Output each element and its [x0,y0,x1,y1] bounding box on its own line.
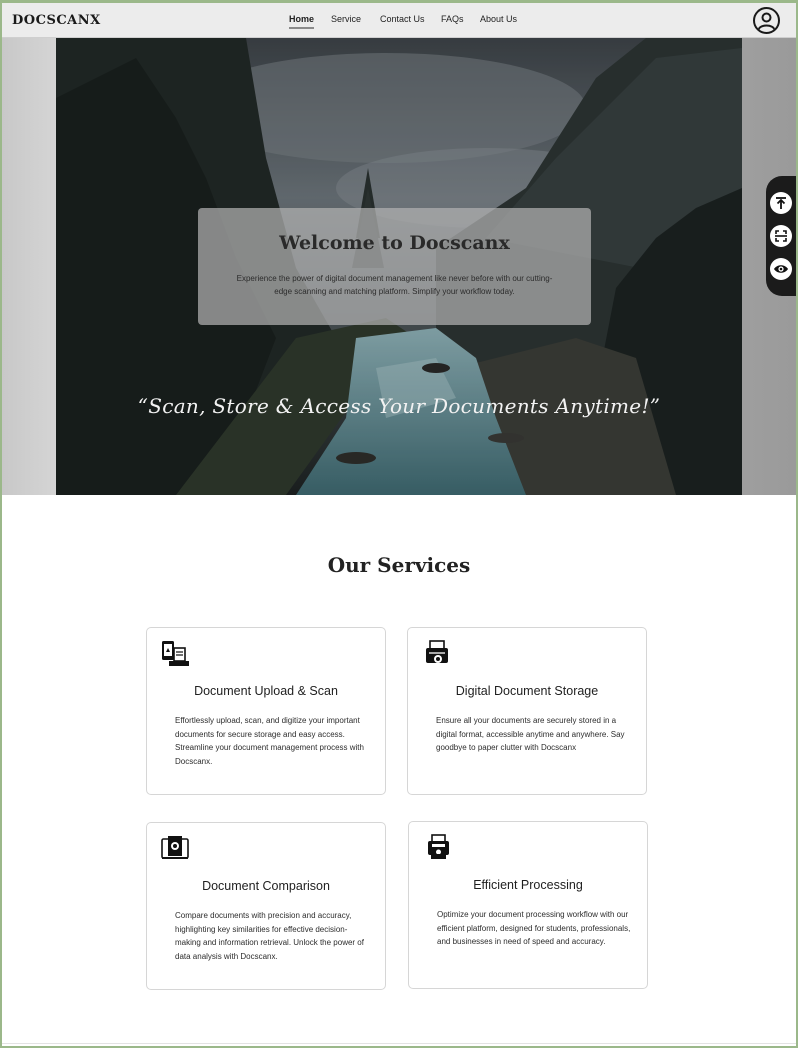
scan-icon[interactable] [770,225,792,247]
service-card-title: Efficient Processing [473,878,583,892]
user-circle-icon[interactable] [753,7,780,34]
nav-service[interactable]: Service [331,14,361,24]
nav-about-us[interactable]: About Us [480,14,517,24]
top-navbar: DOCSCANX Home Service Contact Us FAQs Ab… [2,3,796,38]
efficient-processing-icon [426,833,456,863]
hero-tagline: “Scan, Store & Access Your Documents Any… [137,394,661,418]
document-comparison-icon [160,834,190,864]
welcome-card: Welcome to Docscanx Experience the power… [198,208,591,325]
service-card-title: Digital Document Storage [455,684,599,698]
hero-description: Experience the power of digital document… [236,274,553,296]
services-heading: Our Services [327,553,471,577]
service-card-title: Document Upload & Scan [194,684,338,698]
service-card-text: Effortlessly upload, scan, and digitize … [175,716,364,766]
scroll-to-top-icon[interactable] [770,192,792,214]
document-upload-icon [160,639,190,669]
service-card-upload[interactable]: Document Upload & Scan Effortlessly uplo… [146,627,386,795]
eye-icon[interactable] [770,258,792,280]
service-card-text: Ensure all your documents are securely s… [436,716,625,752]
service-card-text: Compare documents with precision and acc… [175,911,364,961]
document-storage-icon [424,639,454,669]
nav-home[interactable]: Home [289,14,315,29]
service-card-storage[interactable]: Digital Document Storage Ensure all your… [407,627,647,795]
nav-faqs[interactable]: FAQs [441,14,464,24]
service-card-processing[interactable]: Efficient Processing Optimize your docum… [408,821,648,989]
hero-title: Welcome to Docscanx [279,232,510,254]
page-divider [2,1043,796,1044]
nav-contact-us[interactable]: Contact Us [380,14,425,24]
side-toolbar [766,176,798,296]
service-card-title: Document Comparison [202,879,330,893]
main-nav: Home Service Contact Us FAQs About Us [2,14,796,34]
service-card-text: Optimize your document processing workfl… [437,910,631,946]
service-card-comparison[interactable]: Document Comparison Compare documents wi… [146,822,386,990]
